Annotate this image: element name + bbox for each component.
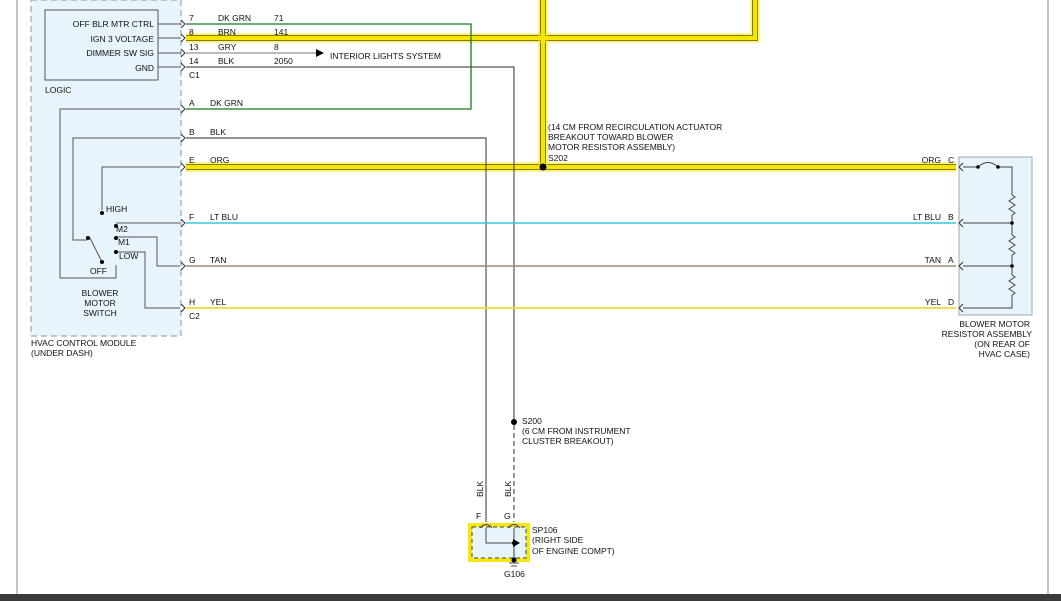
c2-connector: A B E F G H DK GRN BLK ORG LT BLU TAN YE…: [180, 98, 243, 321]
c2-color-e: ORG: [210, 155, 229, 165]
logic-pin-label-3: DIMMER SW SIG: [86, 48, 154, 58]
c2-pin-b: B: [189, 127, 195, 137]
g106-dot: [511, 557, 517, 563]
s202-note-line-2: BREAKOUT TOWARD BLOWER: [548, 132, 673, 142]
resistor-wire-color-c: ORG: [922, 155, 941, 165]
c1-circuit-3: 8: [274, 42, 279, 52]
switch-name-line-3: SWITCH: [83, 308, 117, 318]
resistor-wire-color-a: TAN: [925, 255, 941, 265]
resistor-pin-d: D: [948, 297, 954, 307]
hvac-module-line-1: HVAC CONTROL MODULE: [31, 338, 137, 348]
sp106-wire-label-f: BLK: [475, 481, 485, 497]
switch-position-m2: M2: [116, 224, 128, 234]
c1-pin-14: 14: [189, 56, 199, 66]
c2-color-g: TAN: [210, 255, 226, 265]
blk-b-wire: [186, 137, 487, 522]
switch-name-line-1: BLOWER: [82, 288, 119, 298]
interior-lights-arrow: [316, 49, 324, 57]
c1-color-4: BLK: [218, 56, 234, 66]
c2-pin-g: G: [189, 255, 196, 265]
logic-pin-label-4: GND: [135, 63, 154, 73]
resistor-pin-a: A: [948, 255, 954, 265]
g106-label: G106: [504, 569, 525, 579]
switch-position-low: LOW: [119, 251, 138, 261]
c1-label: C1: [189, 70, 200, 80]
resistor-name-line-4: HVAC CASE): [979, 349, 1030, 359]
switch-name-line-2: MOTOR: [84, 298, 115, 308]
resistor-assembly-box: [958, 156, 1033, 316]
s202-splice-dot: [539, 163, 547, 171]
resistor-name-line-1: BLOWER MOTOR: [959, 319, 1030, 329]
resistor-name-line-2: RESISTOR ASSEMBLY: [942, 329, 1033, 339]
c1-pin-13: 13: [189, 42, 199, 52]
hvac-module-line-2: (UNDER DASH): [31, 348, 93, 358]
sp106-line-3: OF ENGINE COMPT): [532, 546, 615, 556]
s200-label: S200: [522, 416, 542, 426]
switch-position-off: OFF: [90, 266, 107, 276]
sp106-splice-dot: [512, 541, 516, 545]
switch-position-m1: M1: [118, 237, 130, 247]
c2-color-b: BLK: [210, 127, 226, 137]
blk-2050-wire: [186, 66, 515, 422]
wiring-diagram: LOGIC OFF BLR MTR CTRL IGN 3 VOLTAGE DIM…: [16, 0, 1049, 594]
resistor-wire-color-b: LT BLU: [913, 212, 941, 222]
logic-label: LOGIC: [45, 85, 71, 95]
s200-splice-dot: [511, 419, 517, 425]
c2-label: C2: [189, 311, 200, 321]
sp106-line-1: SP106: [532, 525, 558, 535]
c2-pin-a: A: [189, 98, 195, 108]
c2-color-h: YEL: [210, 297, 226, 307]
c1-circuit-2: 141: [274, 27, 288, 37]
c1-color-2: BRN: [218, 27, 236, 37]
s202-label: S202: [548, 153, 568, 163]
resistor-name-line-3: (ON REAR OF: [974, 339, 1030, 349]
c2-pin-f: F: [189, 212, 194, 222]
s202-note-line-3: MOTOR RESISTOR ASSEMBLY): [548, 142, 675, 152]
c2-color-f: LT BLU: [210, 212, 238, 222]
resistor-wire-color-d: YEL: [925, 297, 941, 307]
sp106-wire-label-g: BLK: [503, 481, 513, 497]
sp106-pin-f: F: [476, 511, 481, 521]
c1-circuit-4: 2050: [274, 56, 293, 66]
s200-note-line-1: (6 CM FROM INSTRUMENT: [522, 426, 631, 436]
c2-color-a: DK GRN: [210, 98, 243, 108]
sp106-pin-g: G: [504, 511, 511, 521]
c2-pin-h: H: [189, 297, 195, 307]
resistor-pin-b: B: [948, 212, 954, 222]
c1-circuit-1: 71: [274, 13, 284, 23]
sp106-line-2: (RIGHT SIDE: [532, 535, 584, 545]
logic-pin-label-1: OFF BLR MTR CTRL: [73, 19, 154, 29]
bottom-status-bar: [0, 594, 1061, 601]
c1-pin-8: 8: [189, 27, 194, 37]
s200-note-line-2: CLUSTER BREAKOUT): [522, 436, 614, 446]
c1-connector: 7 8 13 14 DK GRN BRN GRY BLK 71 141 8 20…: [180, 13, 293, 80]
logic-pin-label-2: IGN 3 VOLTAGE: [91, 34, 155, 44]
interior-lights-label: INTERIOR LIGHTS SYSTEM: [330, 51, 441, 61]
c1-color-1: DK GRN: [218, 13, 251, 23]
resistor-pin-c: C: [948, 155, 954, 165]
switch-position-high: HIGH: [106, 204, 127, 214]
s202-note-line-1: (14 CM FROM RECIRCULATION ACTUATOR: [548, 122, 722, 132]
c1-pin-7: 7: [189, 13, 194, 23]
c1-color-3: GRY: [218, 42, 237, 52]
c2-pin-e: E: [189, 155, 195, 165]
